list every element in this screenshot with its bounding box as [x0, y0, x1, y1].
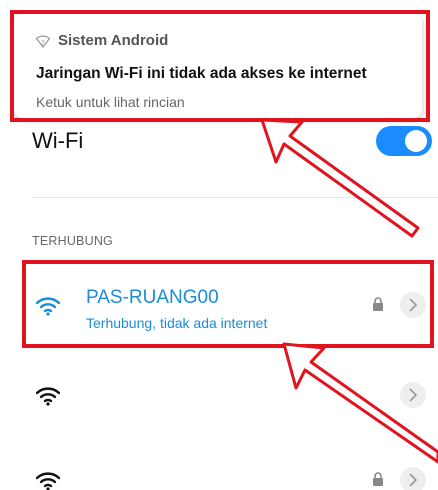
network-details-button[interactable] — [400, 382, 426, 408]
wifi-signal-icon — [36, 472, 60, 490]
network-name: PAS-RUANG00 — [86, 287, 219, 308]
lock-icon — [373, 472, 383, 486]
lock-icon — [373, 297, 383, 311]
notification-title: Jaringan Wi-Fi ini tidak ada akses ke in… — [36, 65, 367, 82]
section-label-connected: TERHUBUNG — [32, 234, 113, 248]
network-details-button[interactable] — [400, 292, 426, 318]
wifi-settings-screen: ? Sistem Android Jaringan Wi-Fi ini tida… — [0, 0, 438, 490]
svg-text:?: ? — [41, 39, 45, 47]
wifi-label: Wi-Fi — [32, 128, 84, 153]
wifi-signal-icon — [36, 387, 60, 406]
network-status: Terhubung, tidak ada internet — [86, 315, 268, 331]
wifi-signal-icon — [36, 297, 60, 316]
wifi-toggle[interactable] — [376, 126, 432, 156]
chevron-right-icon — [409, 473, 418, 487]
wifi-question-icon: ? — [36, 34, 50, 48]
divider — [32, 197, 438, 198]
network-details-button[interactable] — [400, 467, 426, 490]
notification-header: ? Sistem Android — [36, 32, 168, 49]
network-row[interactable] — [0, 365, 438, 425]
toggle-knob — [405, 130, 427, 152]
chevron-right-icon — [409, 298, 418, 312]
notification-app-name: Sistem Android — [58, 32, 169, 49]
notification-subtitle: Ketuk untuk lihat rincian — [36, 94, 185, 110]
chevron-right-icon — [409, 388, 418, 402]
notification-card[interactable]: ? Sistem Android Jaringan Wi-Fi ini tida… — [14, 14, 422, 118]
